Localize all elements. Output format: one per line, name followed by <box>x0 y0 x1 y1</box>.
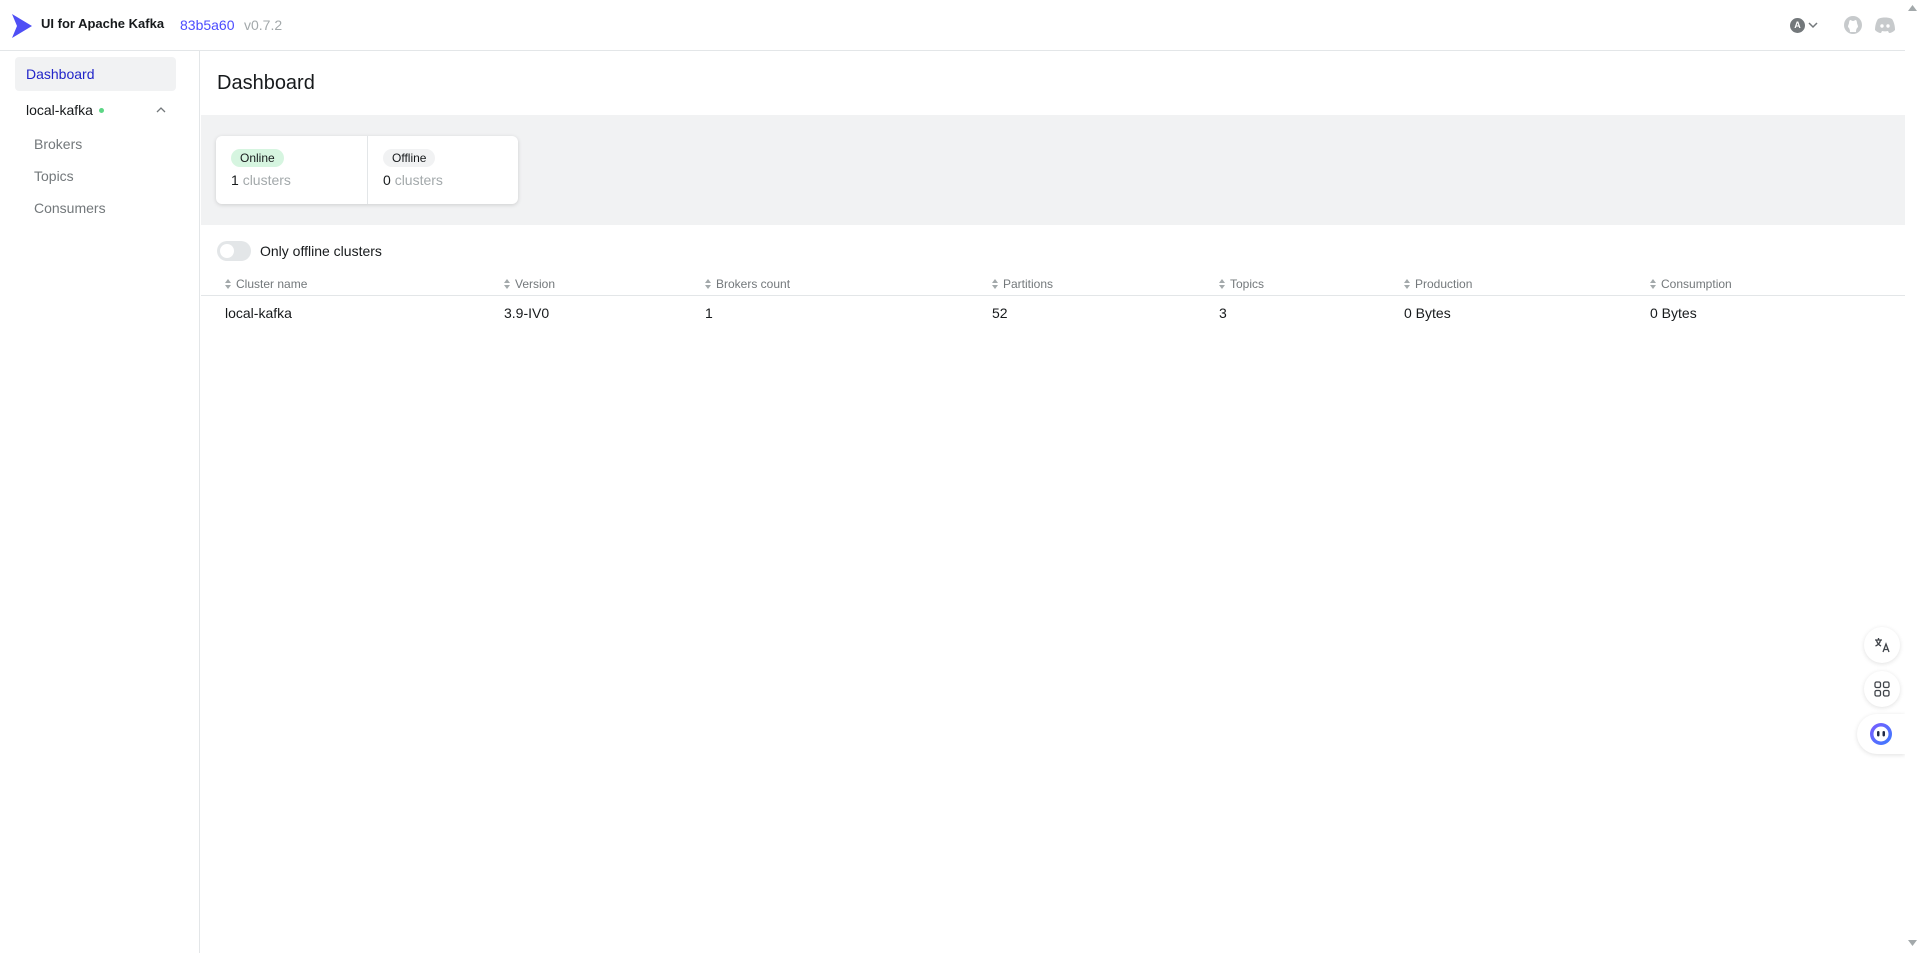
metrics-band: Online 1 clusters Offline 0 clusters <box>201 115 1905 225</box>
sidebar: Dashboard local-kafka Brokers Topics Con… <box>0 51 200 953</box>
cell-version: 3.9-IV0 <box>504 305 550 321</box>
column-consumption[interactable]: Consumption <box>1650 277 1732 291</box>
github-icon[interactable] <box>1843 15 1863 35</box>
app-title[interactable]: UI for Apache Kafka <box>41 16 164 31</box>
scroll-down-icon[interactable] <box>1908 940 1917 946</box>
sidebar-cluster-local-kafka[interactable]: local-kafka <box>15 95 176 125</box>
sort-icon <box>705 279 711 289</box>
apps-grid-icon <box>1874 681 1890 697</box>
toggle-label: Only offline clusters <box>260 243 382 259</box>
metric-offline: Offline 0 clusters <box>367 136 518 204</box>
sidebar-item-consumers[interactable]: Consumers <box>34 197 106 219</box>
chevron-down-icon <box>1808 22 1818 29</box>
sort-icon <box>1219 279 1225 289</box>
commit-link[interactable]: 83b5a60 <box>180 17 235 33</box>
offline-badge: Offline <box>383 149 436 167</box>
table-header: Cluster name Version Brokers count Parti… <box>201 272 1905 296</box>
page-title: Dashboard <box>217 72 315 94</box>
cell-production: 0 Bytes <box>1404 305 1451 321</box>
assistant-icon <box>1870 723 1892 745</box>
header-label: Partitions <box>1003 277 1054 291</box>
toggle-knob <box>220 244 234 258</box>
online-unit: clusters <box>242 172 291 188</box>
cell-consumption: 0 Bytes <box>1650 305 1697 321</box>
column-cluster-name[interactable]: Cluster name <box>225 277 307 291</box>
online-badge: Online <box>231 149 284 167</box>
sort-icon <box>504 279 510 289</box>
chevron-up-icon[interactable] <box>156 106 166 113</box>
apps-button[interactable] <box>1864 671 1900 707</box>
sidebar-item-dashboard[interactable]: Dashboard <box>15 57 176 91</box>
main-content: Dashboard Online 1 clusters Offline 0 cl… <box>201 51 1905 953</box>
online-count: 1 clusters <box>231 172 367 188</box>
column-partitions[interactable]: Partitions <box>992 277 1053 291</box>
column-topics[interactable]: Topics <box>1219 277 1264 291</box>
metrics-card: Online 1 clusters Offline 0 clusters <box>216 136 518 204</box>
sort-icon <box>1650 279 1656 289</box>
sidebar-item-topics[interactable]: Topics <box>34 165 74 187</box>
offline-value: 0 <box>383 172 391 188</box>
sort-icon <box>992 279 998 289</box>
cluster-name: local-kafka <box>26 102 93 118</box>
sort-icon <box>225 279 231 289</box>
column-brokers-count[interactable]: Brokers count <box>705 277 790 291</box>
header-label: Consumption <box>1661 277 1732 291</box>
column-production[interactable]: Production <box>1404 277 1472 291</box>
cell-topics: 3 <box>1219 305 1227 321</box>
cell-brokers-count: 1 <box>705 305 713 321</box>
discord-icon[interactable] <box>1874 16 1896 34</box>
sort-icon <box>1404 279 1410 289</box>
user-menu[interactable]: A <box>1790 16 1824 34</box>
online-value: 1 <box>231 172 239 188</box>
cluster-status-dot <box>98 108 104 113</box>
avatar: A <box>1790 17 1805 33</box>
scroll-up-icon[interactable] <box>1908 5 1917 11</box>
header-label: Brokers count <box>716 277 791 291</box>
offline-filter: Only offline clusters <box>217 240 382 262</box>
metric-online: Online 1 clusters <box>216 136 367 204</box>
sidebar-item-brokers[interactable]: Brokers <box>34 133 82 155</box>
offline-count: 0 clusters <box>383 172 518 188</box>
translate-button[interactable] <box>1864 627 1900 663</box>
offline-toggle[interactable] <box>217 241 251 261</box>
version-label: v0.7.2 <box>244 17 283 33</box>
clusters-table: Cluster name Version Brokers count Parti… <box>201 272 1905 332</box>
translate-icon <box>1875 638 1890 653</box>
assistant-button[interactable] <box>1857 714 1905 754</box>
header-label: Version <box>515 277 556 291</box>
offline-unit: clusters <box>394 172 443 188</box>
header-label: Cluster name <box>236 277 308 291</box>
kafka-logo-icon[interactable] <box>10 12 34 40</box>
header-label: Topics <box>1230 277 1265 291</box>
cell-partitions: 52 <box>992 305 1008 321</box>
header-label: Production <box>1415 277 1473 291</box>
page-scrollbar[interactable] <box>1905 0 1920 953</box>
column-version[interactable]: Version <box>504 277 555 291</box>
cell-cluster-name[interactable]: local-kafka <box>225 305 292 321</box>
table-row[interactable]: local-kafka 3.9-IV0 1 52 3 0 Bytes 0 Byt… <box>201 296 1905 332</box>
top-navbar: UI for Apache Kafka 83b5a60 v0.7.2 A <box>0 0 1920 51</box>
